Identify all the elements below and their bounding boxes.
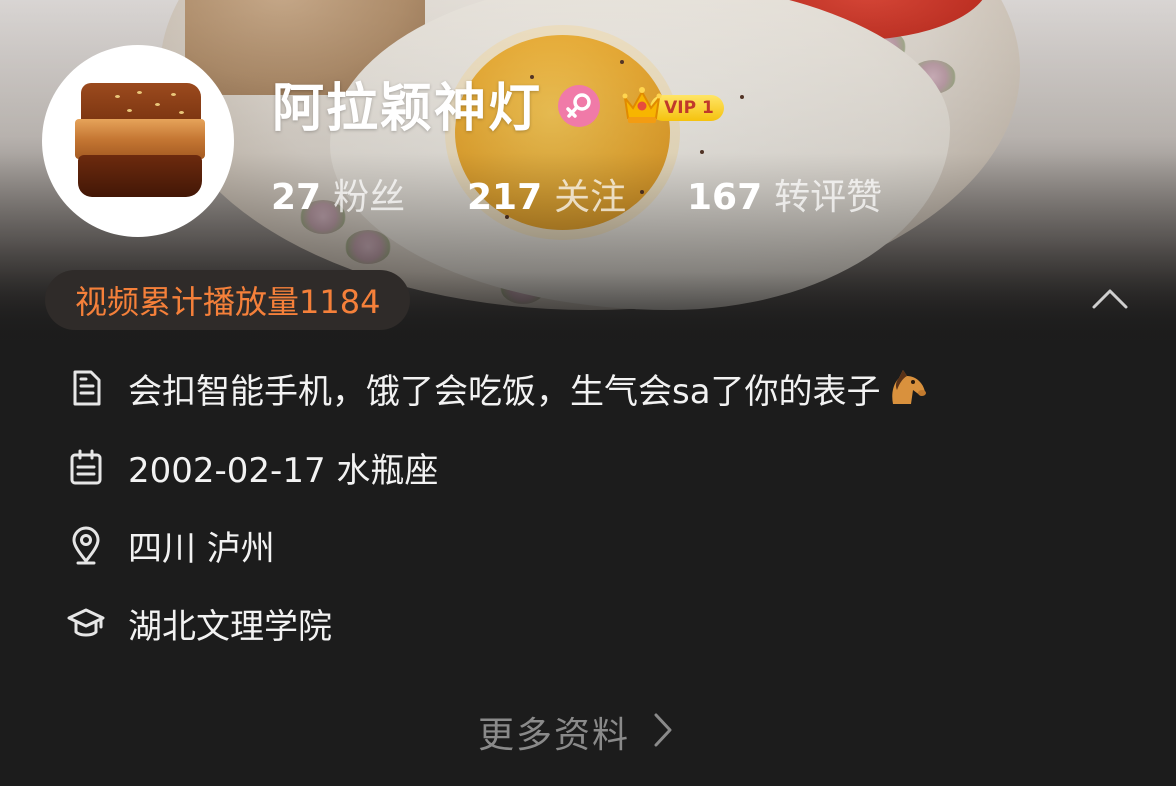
braised-pork-image (75, 83, 205, 198)
avatar[interactable] (42, 45, 234, 237)
stat-label: 关注 (554, 177, 627, 218)
info-row-location: 四川 泸州 (66, 515, 275, 575)
stat-interactions[interactable]: 167 转评赞 (687, 168, 882, 218)
chevron-right-icon (652, 711, 674, 753)
bio-text: 会扣智能手机，饿了会吃饭，生气会sa了你的表子 (128, 371, 881, 412)
stat-label: 粉丝 (333, 177, 406, 218)
stat-label: 转评赞 (774, 177, 883, 218)
info-row-birthday: 2002-02-17 水瓶座 (66, 437, 438, 497)
birthday-text: 2002-02-17 水瓶座 (128, 450, 439, 491)
school-text: 湖北文理学院 (128, 606, 332, 647)
chevron-up-icon[interactable] (1090, 285, 1130, 311)
video-play-count-pill[interactable]: 视频累计播放量1184 (45, 270, 411, 330)
graduation-cap-icon (66, 603, 106, 643)
location-text: 四川 泸州 (128, 528, 275, 569)
location-pin-icon (66, 525, 106, 565)
stat-followers[interactable]: 27 粉丝 (271, 168, 405, 218)
stat-count: 27 (271, 177, 322, 218)
document-icon (66, 368, 106, 408)
stat-following[interactable]: 217 关注 (467, 168, 626, 218)
horse-emoji-icon (883, 364, 929, 412)
stat-count: 167 (687, 177, 763, 218)
profile-name: 阿拉颖神灯 (272, 79, 543, 139)
video-play-count: 视频累计播放量1184 (75, 283, 381, 321)
info-row-bio: 会扣智能手机，饿了会吃饭，生气会sa了你的表子 (66, 358, 929, 418)
calendar-icon (66, 447, 106, 487)
more-info-label: 更多资料 (478, 715, 631, 756)
more-info-link[interactable]: 更多资料 (478, 702, 674, 762)
info-row-school: 湖北文理学院 (66, 593, 332, 653)
stat-count: 217 (467, 177, 543, 218)
female-icon (558, 85, 600, 127)
crown-icon (620, 84, 664, 132)
